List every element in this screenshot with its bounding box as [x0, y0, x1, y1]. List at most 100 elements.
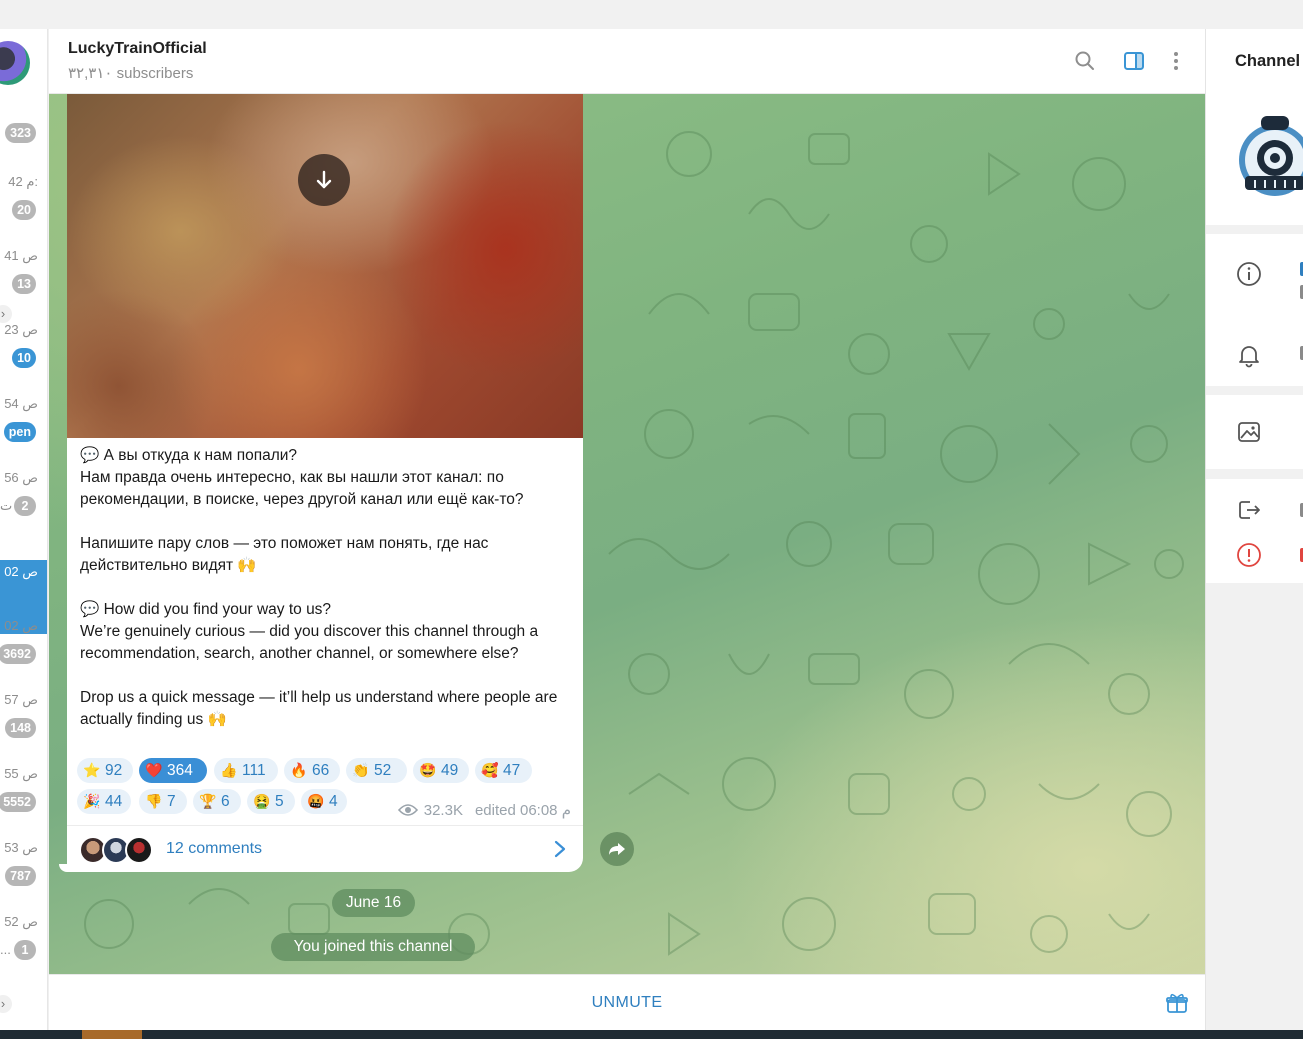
gift-icon[interactable]	[1165, 991, 1189, 1020]
post-text: 💬 А вы откуда к нам попали? Нам правда о…	[80, 447, 558, 728]
channel-logo-train[interactable]	[1235, 114, 1303, 202]
unread-badge: 2	[14, 496, 36, 516]
unread-badge: 5552	[0, 792, 36, 812]
channel-post[interactable]: 💬 А вы откуда к нам попали? Нам правда о…	[67, 94, 583, 872]
chat-header: LuckyTrainOfficial ٣٢,٣١٠ subscribers	[49, 29, 1205, 94]
unread-badge: 323	[5, 123, 36, 143]
unread-badge: 1	[14, 940, 36, 960]
reaction-chip[interactable]: 🤮 5	[247, 789, 295, 814]
chat-list-time: ص 02	[4, 618, 38, 633]
channel-info-panel: Channel	[1205, 29, 1303, 1030]
unmute-button[interactable]: UNMUTE	[49, 994, 1205, 1012]
reaction-emoji-icon: 🎉	[83, 793, 101, 809]
reaction-count: 4	[329, 793, 338, 810]
comments-button[interactable]: 12 comments	[67, 825, 583, 872]
chat-list-avatar[interactable]	[0, 41, 30, 85]
bell-icon[interactable]	[1236, 342, 1262, 368]
comments-count: 12 comments	[166, 840, 263, 857]
chat-list-item[interactable]: ص 52 1...	[0, 910, 47, 984]
view-count: 32.3K	[423, 801, 463, 819]
chat-list-time: ص 02	[4, 564, 38, 579]
eye-icon	[397, 804, 418, 816]
chat-list-item[interactable]: ص 23 10	[0, 318, 47, 392]
reaction-chip[interactable]: 👏 52	[346, 758, 407, 783]
reaction-emoji-icon: 🤮	[253, 793, 271, 809]
reaction-chip[interactable]: 🏆 6	[193, 789, 241, 814]
edited-time: edited 06:08 م	[474, 802, 571, 819]
chat-list-time: ص 23	[4, 322, 38, 337]
chat-list-item[interactable]: ص 02 3692	[0, 614, 47, 688]
reaction-count: 5	[275, 793, 284, 810]
media-section[interactable]	[1206, 395, 1303, 469]
info-icon	[1236, 261, 1262, 287]
reaction-chip[interactable]: ⭐ 92	[77, 758, 133, 783]
reaction-count: 364	[167, 762, 193, 779]
composer-bar: UNMUTE	[49, 974, 1205, 1030]
chat-list-item[interactable]: ص 57 148	[0, 688, 47, 762]
chat-list-time: ص 41	[4, 248, 38, 263]
reaction-emoji-icon: 👎	[145, 793, 163, 809]
chat-list-preview-fragment: ت	[0, 498, 13, 513]
date-separator: June 16	[332, 889, 415, 917]
os-taskbar	[0, 1030, 1303, 1039]
unread-badge: 10	[12, 348, 36, 368]
post-media-blurred[interactable]	[67, 94, 583, 438]
taskbar-app-indicator[interactable]	[82, 1030, 142, 1039]
chat-area[interactable]: 💬 А вы откуда к нам попали? Нам правда о…	[49, 94, 1205, 974]
chat-list-panel[interactable]: 323 م 42: 20 ص 41 13 ص 23 10 ص 54 pen ص 56 2 ت ص 02 ص…	[0, 29, 48, 1030]
unread-badge: 787	[5, 866, 36, 886]
more-vertical-icon[interactable]	[1164, 49, 1188, 73]
chat-list-item[interactable]: ص 55 5552	[0, 762, 47, 836]
reaction-chip[interactable]: 🤩 49	[413, 758, 469, 783]
unread-badge: 3692	[0, 644, 36, 664]
chat-list-time: ص 52	[4, 914, 38, 929]
reaction-chip[interactable]: 👍 111	[214, 758, 278, 783]
media-icon	[1236, 419, 1262, 445]
chat-list-item[interactable]: م 42: 20	[0, 170, 47, 244]
reaction-count: 92	[105, 762, 123, 779]
actions-section	[1206, 479, 1303, 583]
channel-title[interactable]: LuckyTrainOfficial	[68, 40, 207, 58]
download-button[interactable]	[298, 154, 350, 206]
chat-list-preview-fragment: ...	[0, 942, 11, 957]
reaction-emoji-icon: 🥰	[481, 762, 499, 778]
window-top-strip	[0, 0, 1303, 29]
commenter-avatar	[125, 836, 153, 864]
reaction-emoji-icon: 🏆	[199, 793, 217, 809]
chat-list-time: ص 53	[4, 840, 38, 855]
reaction-count: 111	[242, 762, 266, 779]
reaction-emoji-icon: 🤬	[307, 793, 325, 809]
reaction-chip[interactable]: ❤️ 364	[139, 758, 207, 783]
chat-list-item[interactable]: ص 54 pen	[0, 392, 47, 466]
reaction-chip[interactable]: 👎 7	[139, 789, 187, 814]
chat-list-time: ص 54	[4, 396, 38, 411]
chat-list-time: ص 57	[4, 692, 38, 707]
reaction-emoji-icon: 👍	[220, 762, 238, 778]
scroll-arrow-icon[interactable]: ›	[0, 995, 12, 1013]
reaction-count: 66	[312, 762, 330, 779]
leave-icon[interactable]	[1236, 497, 1262, 523]
share-icon	[609, 843, 625, 855]
forward-button[interactable]	[600, 832, 634, 866]
reaction-count: 49	[441, 762, 459, 779]
unread-badge: 148	[5, 718, 36, 738]
channel-info-section	[1206, 234, 1303, 386]
reaction-count: 7	[167, 793, 176, 810]
arrow-down-icon	[316, 170, 332, 189]
reaction-chip[interactable]: 🎉 44	[77, 789, 131, 814]
report-icon[interactable]	[1236, 542, 1262, 568]
reaction-chip[interactable]: 🔥 66	[284, 758, 340, 783]
unread-badge: pen	[3, 422, 36, 442]
joined-service-message: You joined this channel	[271, 933, 475, 961]
chat-list-time: ص 55	[4, 766, 38, 781]
chat-list-item[interactable]: ص 53 787	[0, 836, 47, 910]
reaction-count: 52	[374, 762, 392, 779]
reaction-count: 44	[105, 793, 123, 810]
chat-list-item[interactable]: ص 56 2 ت	[0, 466, 47, 540]
reaction-chip[interactable]: 🥰 47	[475, 758, 532, 783]
reaction-chip[interactable]: 🤬 4	[301, 789, 347, 814]
sidebar-toggle-icon[interactable]	[1122, 49, 1146, 73]
search-icon[interactable]	[1073, 49, 1097, 73]
reaction-count: 6	[221, 793, 230, 810]
reaction-emoji-icon: 🤩	[419, 762, 437, 778]
